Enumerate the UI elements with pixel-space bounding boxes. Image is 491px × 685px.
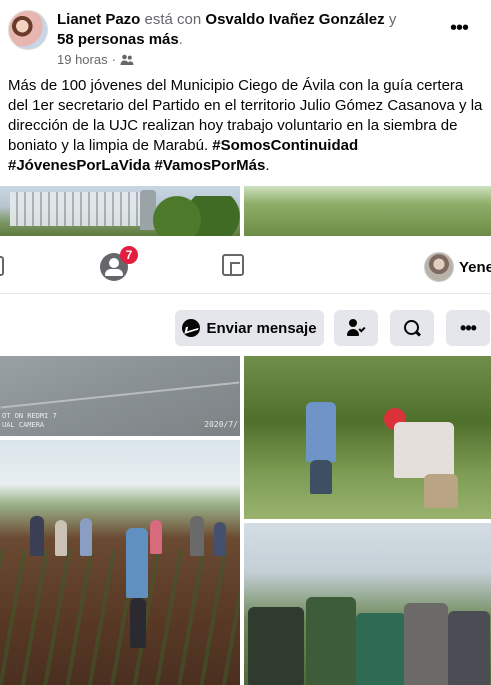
nav-edge-icon[interactable] xyxy=(0,256,4,276)
with-text: está con xyxy=(144,11,202,28)
photo-building[interactable] xyxy=(0,186,240,236)
author-name[interactable]: Lianet Pazo xyxy=(57,11,140,28)
author-avatar[interactable] xyxy=(8,10,48,50)
photo-road[interactable]: OT ON REDMI 7 UAL CAMERA 2020/7/ xyxy=(0,356,240,436)
date-stamp: 2020/7/ xyxy=(204,420,238,429)
worker-figure xyxy=(55,520,67,556)
hashtag-3[interactable]: #VamosPorMás xyxy=(154,157,265,174)
post-time[interactable]: 19 horas xyxy=(57,52,108,67)
building-shape xyxy=(10,192,150,226)
bottom-nav-bar: 7 Yene xyxy=(0,238,491,294)
more-icon: ••• xyxy=(460,318,477,338)
photo-group[interactable] xyxy=(244,523,491,685)
post-header: Lianet Pazo está con Osvaldo Ivañez Gonz… xyxy=(0,0,491,70)
profile-name[interactable]: Yene xyxy=(459,259,491,276)
photo-field[interactable] xyxy=(244,186,491,236)
worker-figure xyxy=(424,474,458,508)
friends-icon xyxy=(120,54,134,65)
post-meta: 19 horas · xyxy=(57,52,134,67)
others-link[interactable]: 58 personas más xyxy=(57,31,179,48)
trees-shape xyxy=(150,196,240,236)
profile-avatar[interactable] xyxy=(424,252,454,282)
photo-clearing-marabu[interactable] xyxy=(244,356,491,519)
worker-figure xyxy=(394,422,454,478)
post-author-line: Lianet Pazo está con Osvaldo Ivañez Gonz… xyxy=(57,10,447,50)
worker-figure xyxy=(248,607,304,685)
worker-figure xyxy=(126,528,148,598)
post-options-button[interactable]: ••• xyxy=(445,14,473,42)
worker-figure xyxy=(356,613,406,685)
worker-figure xyxy=(404,603,448,685)
worker-figure xyxy=(310,460,332,494)
friend-check-icon xyxy=(347,319,366,337)
friends-button[interactable] xyxy=(334,310,378,346)
photos-grid: OT ON REDMI 7 UAL CAMERA 2020/7/ xyxy=(0,356,491,685)
tagged-person[interactable]: Osvaldo Ivañez González xyxy=(205,11,384,28)
hashtag-2[interactable]: #JóvenesPorLaVida xyxy=(8,157,150,174)
search-icon xyxy=(404,320,420,336)
search-button[interactable] xyxy=(390,310,434,346)
groups-notification-badge: 7 xyxy=(120,246,138,264)
furrow-rows xyxy=(0,550,240,685)
post-photo-strip xyxy=(0,186,491,236)
worker-figure xyxy=(130,598,146,648)
worker-figure xyxy=(448,611,490,685)
pages-icon[interactable] xyxy=(222,254,244,276)
watermark-line-2: UAL CAMERA xyxy=(2,421,45,429)
worker-figure xyxy=(30,516,44,556)
period: . xyxy=(178,31,183,48)
send-message-label: Enviar mensaje xyxy=(206,319,317,337)
more-actions-button[interactable]: ••• xyxy=(446,310,490,346)
worker-figure xyxy=(214,522,226,556)
messenger-icon xyxy=(182,319,201,337)
camera-watermark: OT ON REDMI 7 UAL CAMERA xyxy=(2,412,57,430)
and-text: y xyxy=(388,11,397,28)
watermark-line-1: OT ON REDMI 7 xyxy=(2,412,57,420)
worker-figure xyxy=(306,597,356,685)
worker-figure xyxy=(306,402,336,462)
hashtag-end: . xyxy=(265,157,270,174)
worker-figure xyxy=(80,518,92,556)
meta-separator: · xyxy=(111,52,116,67)
hashtag-1[interactable]: #SomosContinuidad xyxy=(212,137,358,154)
worker-figure xyxy=(190,516,204,556)
worker-figure xyxy=(150,520,162,554)
post-text: Más de 100 jóvenes del Municipio Ciego d… xyxy=(8,76,484,176)
send-message-button[interactable]: Enviar mensaje xyxy=(175,310,324,346)
photo-planting-field[interactable] xyxy=(0,440,240,685)
profile-actions: Enviar mensaje ••• xyxy=(0,310,491,346)
